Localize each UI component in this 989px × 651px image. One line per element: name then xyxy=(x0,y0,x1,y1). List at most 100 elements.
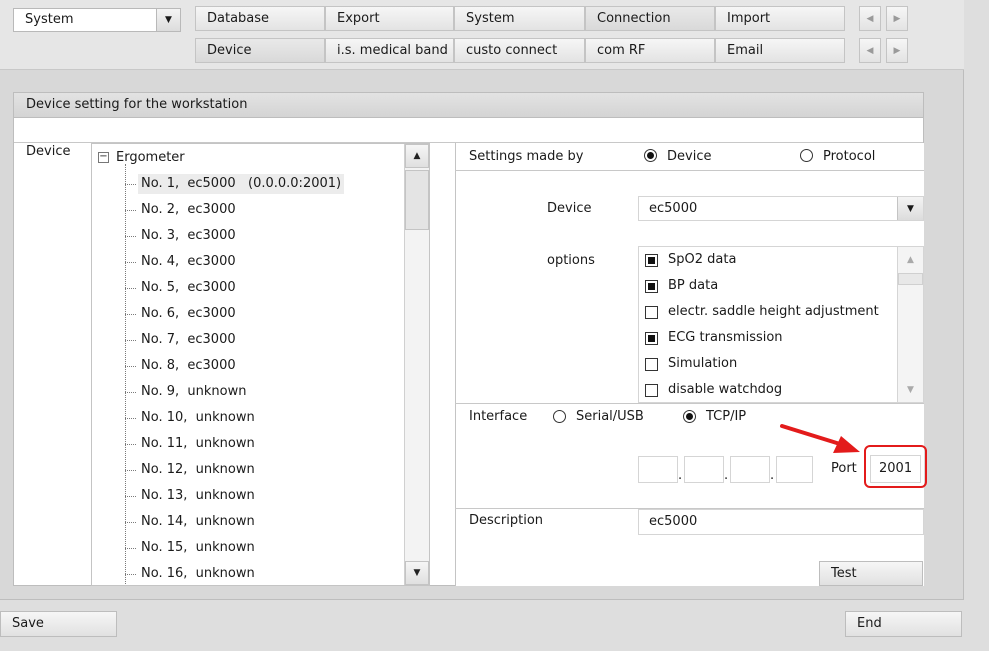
interface-label: Interface xyxy=(469,409,528,424)
tree-connector xyxy=(125,470,136,471)
tree-connector xyxy=(125,418,136,419)
tree-item[interactable]: No. 2, ec3000 xyxy=(138,200,239,220)
option-label: disable watchdog xyxy=(668,382,783,397)
tree-item[interactable]: No. 8, ec3000 xyxy=(138,356,239,376)
tree-item[interactable]: No. 12, unknown xyxy=(138,460,258,480)
divider xyxy=(455,403,924,404)
divider xyxy=(455,170,924,171)
radio-protocol-label: Protocol xyxy=(823,149,876,164)
tree-guide-line xyxy=(125,164,126,584)
ip-octet-2-input[interactable] xyxy=(684,456,724,483)
tab-device[interactable]: Device xyxy=(195,38,325,63)
tree-item[interactable]: No. 15, unknown xyxy=(138,538,258,558)
option-checkbox[interactable] xyxy=(645,280,658,293)
tree-connector xyxy=(125,548,136,549)
tree-item[interactable]: No. 13, unknown xyxy=(138,486,258,506)
collapse-icon[interactable]: − xyxy=(98,152,109,163)
option-checkbox[interactable] xyxy=(645,332,658,345)
scroll-up-icon[interactable]: ▲ xyxy=(898,247,923,272)
scroll-down-icon[interactable]: ▼ xyxy=(898,377,923,402)
scroll-right-icon[interactable]: ▶ xyxy=(886,38,908,63)
scroll-down-icon[interactable]: ▼ xyxy=(405,561,429,585)
radio-device[interactable] xyxy=(644,149,657,162)
tree-item[interactable]: No. 11, unknown xyxy=(138,434,258,454)
arrow-icon xyxy=(780,424,860,453)
ip-dot: . xyxy=(724,468,729,483)
scroll-right-icon[interactable]: ▶ xyxy=(886,6,908,31)
tree-item[interactable]: No. 1, ec5000 (0.0.0.0:2001) xyxy=(138,174,345,194)
tree-connector xyxy=(125,522,136,523)
options-list[interactable]: SpO2 data BP data electr. saddle height … xyxy=(638,246,924,403)
device-field-label: Device xyxy=(547,201,592,216)
tree-item[interactable]: No. 16, unknown xyxy=(138,564,258,584)
port-label: Port xyxy=(831,461,857,476)
options-scrollbar[interactable]: ▲ ▼ xyxy=(897,247,923,402)
section-title: Device setting for the workstation xyxy=(13,92,924,118)
test-button[interactable]: Test xyxy=(819,561,923,586)
options-label: options xyxy=(547,253,595,268)
tree-item[interactable]: No. 14, unknown xyxy=(138,512,258,532)
device-select[interactable]: ec5000 ▼ xyxy=(638,196,924,221)
scroll-up-icon[interactable]: ▲ xyxy=(405,144,429,168)
tree-connector xyxy=(125,496,136,497)
settings-made-by-label: Settings made by xyxy=(469,149,584,164)
tree-root-ergometer[interactable]: Ergometer xyxy=(116,150,185,165)
tree-connector xyxy=(125,184,136,185)
tab-import[interactable]: Import xyxy=(715,6,845,31)
highlight-box xyxy=(864,445,927,488)
tree-item[interactable]: No. 6, ec3000 xyxy=(138,304,239,324)
ip-octet-1-input[interactable] xyxy=(638,456,678,483)
tree-scrollbar[interactable]: ▲ ▼ xyxy=(404,144,429,585)
end-button[interactable]: End xyxy=(845,611,962,637)
option-label: BP data xyxy=(668,278,719,293)
tree-connector xyxy=(125,340,136,341)
option-checkbox[interactable] xyxy=(645,306,658,319)
option-checkbox[interactable] xyxy=(645,254,658,267)
ip-octet-4-input[interactable] xyxy=(776,456,813,483)
tab-connection[interactable]: Connection xyxy=(585,6,715,31)
device-tree[interactable]: − Ergometer No. 1, ec5000 (0.0.0.0:2001)… xyxy=(91,143,430,586)
option-checkbox[interactable] xyxy=(645,358,658,371)
tree-connector xyxy=(125,210,136,211)
ip-octet-3-input[interactable] xyxy=(730,456,770,483)
tree-item[interactable]: No. 7, ec3000 xyxy=(138,330,239,350)
tab-database[interactable]: Database xyxy=(195,6,325,31)
tree-item[interactable]: No. 9, unknown xyxy=(138,382,249,402)
tree-connector xyxy=(125,366,136,367)
tree-connector xyxy=(125,288,136,289)
tab-email[interactable]: Email xyxy=(715,38,845,63)
tree-item[interactable]: No. 10, unknown xyxy=(138,408,258,428)
tab-system[interactable]: System xyxy=(454,6,585,31)
tab-com-rf[interactable]: com RF xyxy=(585,38,715,63)
save-button[interactable]: Save xyxy=(0,611,117,637)
tab-is-medical-band[interactable]: i.s. medical band xyxy=(325,38,454,63)
tree-connector xyxy=(125,262,136,263)
tab-custo-connect[interactable]: custo connect xyxy=(454,38,585,63)
description-input[interactable]: ec5000 xyxy=(638,509,924,535)
radio-serial-usb[interactable] xyxy=(553,410,566,423)
tree-item[interactable]: No. 3, ec3000 xyxy=(138,226,239,246)
scroll-thumb[interactable] xyxy=(405,170,429,230)
tree-item[interactable]: No. 4, ec3000 xyxy=(138,252,239,272)
radio-tcp-ip[interactable] xyxy=(683,410,696,423)
option-checkbox[interactable] xyxy=(645,384,658,397)
radio-tcp-ip-label: TCP/IP xyxy=(706,409,747,424)
option-label: Simulation xyxy=(668,356,738,371)
scroll-thumb[interactable] xyxy=(898,273,923,285)
category-select[interactable]: System ▼ xyxy=(13,8,181,32)
tree-item[interactable]: No. 5, ec3000 xyxy=(138,278,239,298)
chevron-down-icon[interactable]: ▼ xyxy=(156,9,180,31)
tree-connector xyxy=(125,314,136,315)
chevron-down-icon[interactable]: ▼ xyxy=(897,197,923,220)
option-label: SpO2 data xyxy=(668,252,737,267)
tree-connector xyxy=(125,236,136,237)
scroll-left-icon[interactable]: ◀ xyxy=(859,38,881,63)
radio-protocol[interactable] xyxy=(800,149,813,162)
tree-connector xyxy=(125,392,136,393)
tab-export[interactable]: Export xyxy=(325,6,454,31)
radio-device-label: Device xyxy=(667,149,712,164)
device-list-label: Device xyxy=(26,144,71,159)
scroll-left-icon[interactable]: ◀ xyxy=(859,6,881,31)
description-label: Description xyxy=(469,513,544,528)
tree-connector xyxy=(125,574,136,575)
